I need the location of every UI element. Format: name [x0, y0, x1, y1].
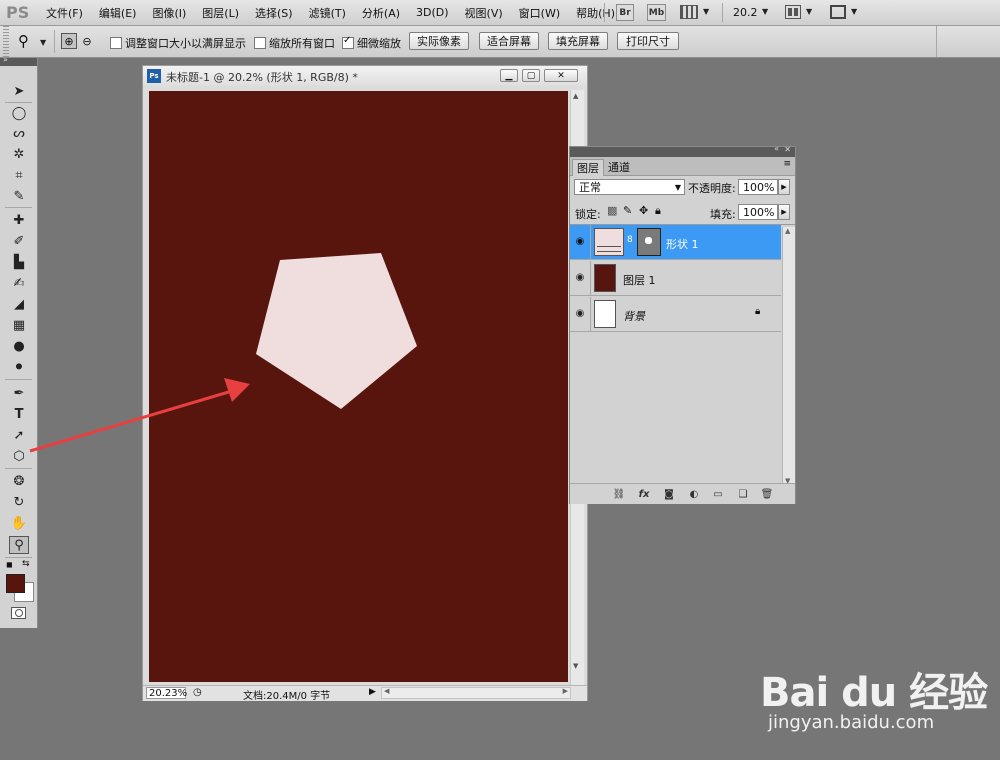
watermark-url: jingyan.baidu.com [768, 712, 935, 733]
layer-row-layer-1[interactable]: ◉ 图层 1 [570, 261, 781, 296]
link-layers-icon[interactable]: ⛓ [612, 487, 626, 501]
layer-style-icon[interactable]: fx [637, 487, 651, 501]
lock-transparency-icon[interactable]: ▩ [607, 204, 617, 217]
layers-panel: « ✕ 图层 通道 ≡ 正常 ▼ 不透明度: 100% ▶ 锁定: ▩ ✎ ✥ … [569, 144, 796, 504]
layer-thumbnail[interactable] [594, 300, 616, 328]
lock-paint-icon[interactable]: ✎ [623, 204, 632, 217]
chevron-down-icon: ▼ [674, 182, 681, 192]
panel-header[interactable]: « ✕ [570, 144, 795, 157]
visibility-column [590, 225, 591, 259]
layer-name[interactable]: 背景 [623, 308, 645, 324]
layers-scrollbar[interactable]: ▲ ▼ [782, 227, 795, 485]
panel-menu-icon[interactable]: ≡ [783, 159, 791, 169]
opacity-input[interactable]: 100% [738, 179, 778, 195]
new-layer-icon[interactable]: ❑ [736, 487, 750, 501]
scroll-up-icon[interactable]: ▲ [785, 227, 790, 235]
tab-layers[interactable]: 图层 [572, 159, 604, 176]
layers-panel-footer: ⛓ fx ◙ ◐ ▭ ❑ 🗑︎ [570, 483, 795, 504]
layer-lock-icon: 🔒︎ [755, 306, 761, 317]
tab-channels[interactable]: 通道 [604, 159, 634, 175]
vector-mask-thumbnail[interactable] [637, 228, 661, 256]
adjustment-layer-icon[interactable]: ◐ [687, 487, 701, 501]
layer-row-background[interactable]: ◉ 背景 🔒︎ [570, 297, 781, 332]
panel-tabs: 图层 通道 ≡ [570, 157, 795, 176]
visibility-column [590, 261, 591, 295]
layer-name[interactable]: 图层 1 [623, 272, 656, 288]
blend-mode-select[interactable]: 正常 ▼ [574, 179, 685, 195]
opacity-slider-button[interactable]: ▶ [778, 179, 790, 195]
collapse-panel-icon[interactable]: « [774, 144, 779, 153]
layer-row-shape-1[interactable]: ◉ 8 形状 1 [570, 225, 781, 260]
delete-layer-icon[interactable]: 🗑︎ [760, 487, 774, 501]
visibility-eye-icon[interactable]: ◉ [574, 307, 586, 319]
fill-input[interactable]: 100% [738, 204, 778, 220]
blend-mode-value: 正常 [579, 181, 601, 194]
link-icon[interactable]: 8 [627, 235, 633, 245]
layer-name[interactable]: 形状 1 [666, 236, 699, 252]
lock-all-icon[interactable]: 🔒︎ [655, 204, 661, 218]
layer-thumbnail[interactable] [594, 228, 624, 256]
close-panel-icon[interactable]: ✕ [784, 145, 791, 154]
new-group-icon[interactable]: ▭ [711, 487, 725, 501]
fill-slider-button[interactable]: ▶ [778, 204, 790, 220]
lock-label: 锁定: [575, 208, 601, 221]
add-mask-icon[interactable]: ◙ [662, 487, 676, 501]
opacity-label: 不透明度: [688, 182, 736, 195]
visibility-eye-icon[interactable]: ◉ [574, 235, 586, 247]
fill-label: 填充: [710, 208, 736, 221]
lock-position-icon[interactable]: ✥ [639, 204, 648, 217]
red-arrow-line [29, 389, 233, 453]
baidu-watermark: Bai du 经验 jingyan.baidu.com [760, 650, 1000, 750]
layer-thumbnail[interactable] [594, 264, 616, 292]
visibility-column [590, 297, 591, 331]
watermark-brand: Bai du 经验 [760, 670, 988, 716]
annotation-layer [29, 378, 250, 453]
visibility-eye-icon[interactable]: ◉ [574, 271, 586, 283]
red-arrow-head [224, 378, 250, 402]
